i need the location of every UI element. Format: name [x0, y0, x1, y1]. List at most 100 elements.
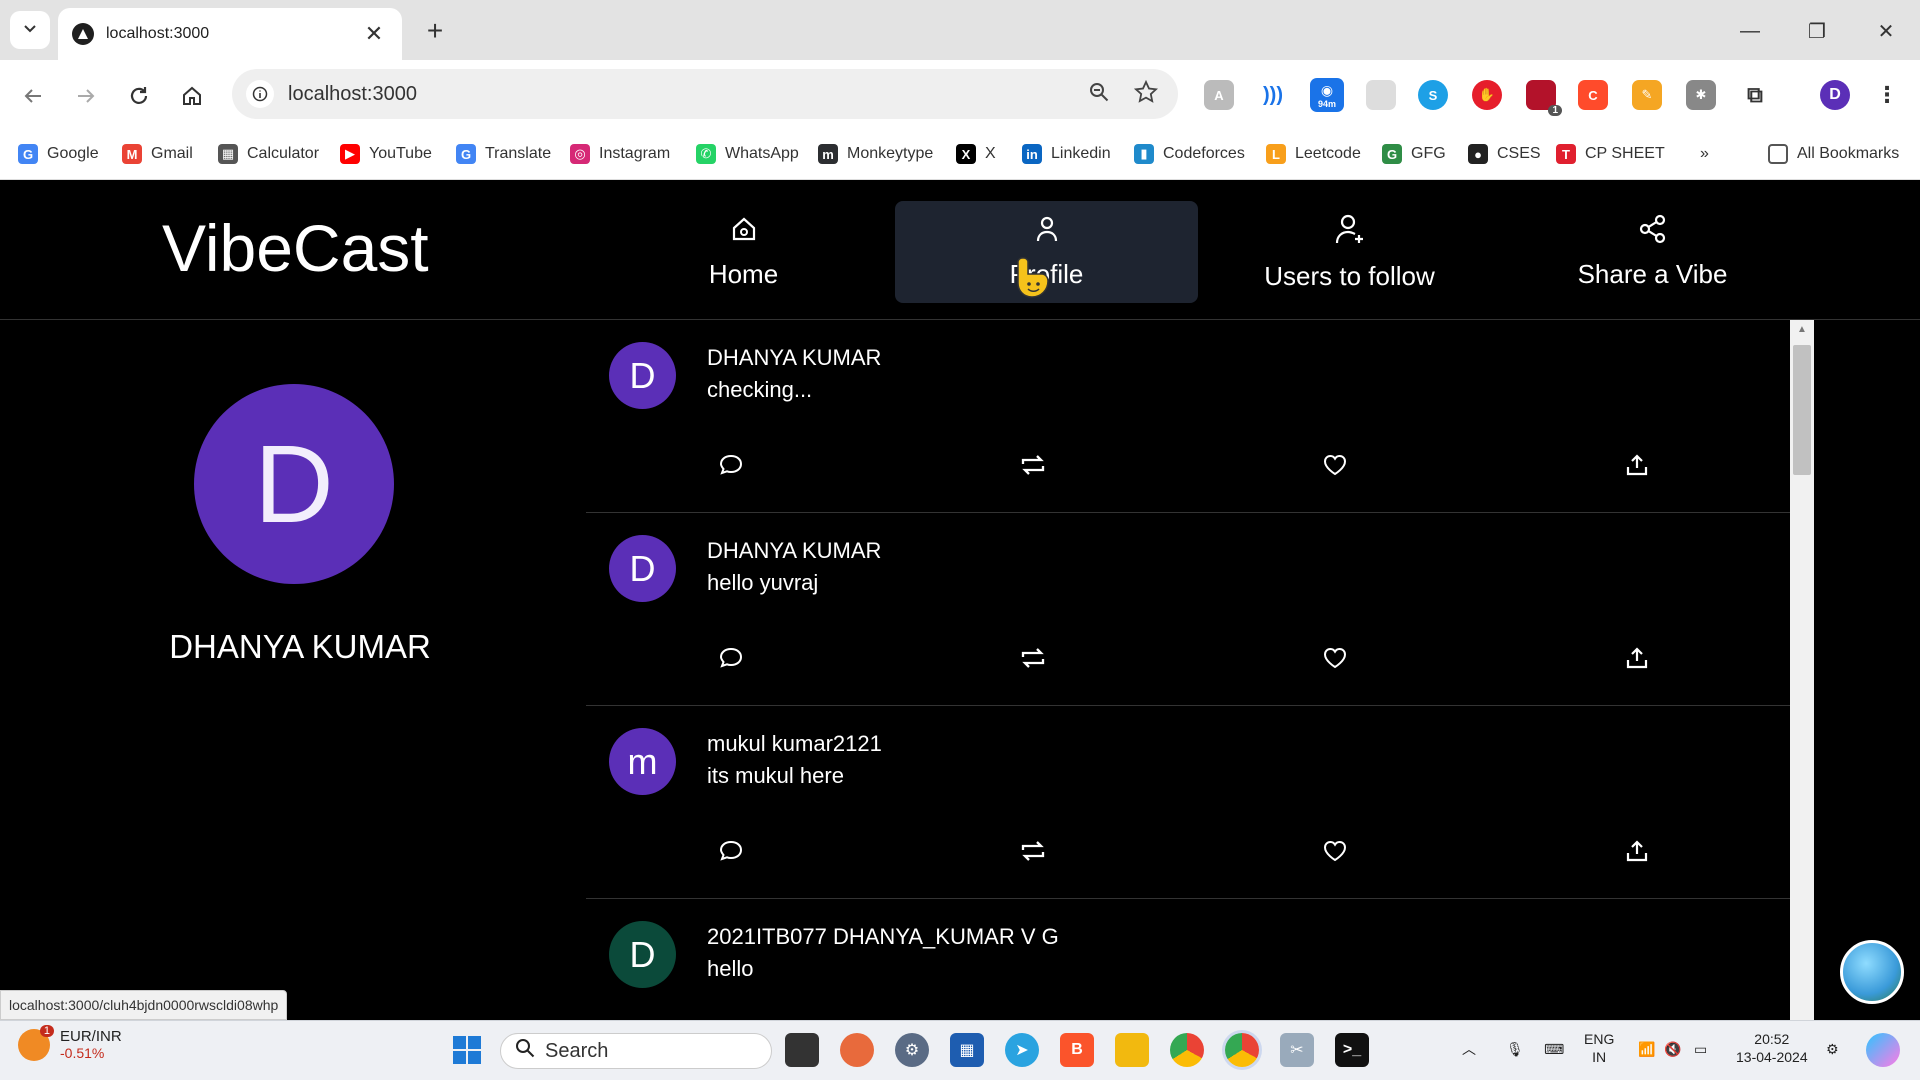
bookmark-codeforces[interactable]: ▮ Codeforces — [1134, 138, 1245, 170]
stock-widget[interactable]: 1 EUR/INR -0.51% — [18, 1024, 122, 1061]
comment-icon[interactable] — [716, 836, 746, 866]
bookmarks-overflow-icon[interactable]: » — [1700, 138, 1709, 170]
settings-gear-icon[interactable]: ⚙ — [895, 1033, 929, 1067]
post-author[interactable]: 2021ITB077 DHANYA_KUMAR V G — [707, 924, 1059, 950]
app-icon[interactable] — [840, 1033, 874, 1067]
star-bookmark-icon[interactable] — [1133, 79, 1159, 109]
terminal-icon[interactable]: >_ — [1335, 1033, 1369, 1067]
back-icon[interactable] — [13, 76, 53, 116]
bookmark-translate[interactable]: G Translate — [456, 138, 551, 170]
bookmark-youtube[interactable]: ▶ YouTube — [340, 138, 432, 170]
bookmark-linkedin[interactable]: in Linkedin — [1022, 138, 1111, 170]
address-bar[interactable]: localhost:3000 — [232, 69, 1178, 119]
post-author[interactable]: mukul kumar2121 — [707, 731, 882, 757]
all-bookmarks-button[interactable]: All Bookmarks — [1768, 138, 1899, 170]
restore-icon[interactable]: ❐ — [1797, 14, 1837, 48]
tab-search-button[interactable] — [10, 11, 50, 49]
store-icon[interactable]: ▦ — [950, 1033, 984, 1067]
extension-timer-icon[interactable]: ◉ 94m — [1310, 78, 1344, 112]
extension-icon[interactable]: S — [1418, 80, 1448, 110]
post-author[interactable]: DHANYA KUMAR — [707, 345, 881, 371]
nav-users-to-follow[interactable]: Users to follow — [1198, 201, 1501, 303]
nav-home[interactable]: Home — [592, 201, 895, 303]
repost-icon[interactable] — [1018, 836, 1048, 866]
task-view-icon[interactable] — [785, 1033, 819, 1067]
like-heart-icon[interactable] — [1320, 450, 1350, 480]
scroll-up-arrow-icon[interactable]: ▲ — [1794, 324, 1810, 338]
notifications-icon[interactable]: ⚙ — [1826, 1040, 1839, 1058]
nav-share-a-vibe[interactable]: Share a Vibe — [1501, 201, 1804, 303]
bookmark-leetcode[interactable]: L Leetcode — [1266, 138, 1361, 170]
like-heart-icon[interactable] — [1320, 643, 1350, 673]
bookmark-favicon-icon: ● — [1468, 144, 1488, 164]
bookmark-monkeytype[interactable]: m Monkeytype — [818, 138, 933, 170]
chrome-icon[interactable] — [1170, 1033, 1204, 1067]
bookmark-google[interactable]: G Google — [18, 138, 99, 170]
zoom-icon[interactable] — [1088, 81, 1110, 108]
site-info-icon[interactable] — [246, 80, 274, 108]
wifi-icon[interactable]: 📶 — [1638, 1040, 1655, 1058]
forward-icon[interactable] — [66, 76, 106, 116]
scrollbar-thumb[interactable] — [1793, 345, 1811, 475]
extension-read-aloud-icon[interactable]: ))) — [1258, 80, 1288, 110]
kebab-menu-icon[interactable]: ⋮ — [1872, 80, 1902, 110]
bookmark-cses[interactable]: ● CSES — [1468, 138, 1541, 170]
keyboard-icon[interactable]: ⌨ — [1544, 1040, 1564, 1058]
share-upload-icon[interactable] — [1622, 450, 1652, 480]
bookmark-label: Linkedin — [1051, 145, 1111, 162]
language-indicator[interactable]: ENG IN — [1584, 1030, 1614, 1066]
share-upload-icon[interactable] — [1622, 643, 1652, 673]
app-logo[interactable]: VibeCast — [162, 210, 429, 286]
bookmark-instagram[interactable]: ◎ Instagram — [570, 138, 670, 170]
clock[interactable]: 20:52 13-04-2024 — [1736, 1030, 1808, 1066]
chrome-profile-icon[interactable] — [1225, 1033, 1259, 1067]
home-browser-icon[interactable] — [172, 76, 212, 116]
tray-expand-icon[interactable]: ︿ — [1462, 1040, 1476, 1058]
volume-muted-icon[interactable]: 🔇 — [1664, 1040, 1681, 1058]
minimize-icon[interactable]: — — [1730, 14, 1770, 48]
extension-bug-icon[interactable]: ✱ — [1686, 80, 1716, 110]
floating-assistant-button[interactable] — [1840, 940, 1904, 1004]
repost-icon[interactable] — [1018, 643, 1048, 673]
bookmark-whatsapp[interactable]: ✆ WhatsApp — [696, 138, 799, 170]
bookmark-cp-sheet[interactable]: T CP SHEET — [1556, 138, 1665, 170]
bookmark-gmail[interactable]: M Gmail — [122, 138, 193, 170]
close-window-icon[interactable]: ✕ — [1866, 14, 1906, 48]
bookmark-x[interactable]: XX — [956, 138, 996, 170]
browser-tab[interactable]: localhost:3000 ✕ — [58, 8, 402, 60]
share-upload-icon[interactable] — [1622, 836, 1652, 866]
brave-icon[interactable]: B — [1060, 1033, 1094, 1067]
windows-start-icon[interactable] — [450, 1033, 484, 1067]
microphone-icon[interactable]: 🎙 — [1506, 1040, 1524, 1058]
comment-icon[interactable] — [716, 450, 746, 480]
extension-ublock-icon[interactable]: 1 — [1526, 80, 1562, 116]
copilot-icon[interactable] — [1866, 1033, 1900, 1067]
telegram-icon[interactable]: ➤ — [1005, 1033, 1039, 1067]
profile-avatar[interactable]: D — [1820, 80, 1850, 110]
extension-adblock-icon[interactable]: ✋ — [1472, 80, 1502, 110]
bookmark-calculator[interactable]: ▦ Calculator — [218, 138, 319, 170]
file-explorer-icon[interactable] — [1115, 1033, 1149, 1067]
post-avatar[interactable]: m — [609, 728, 676, 795]
taskbar-search[interactable]: Search — [500, 1033, 772, 1069]
extension-icon[interactable]: C — [1578, 80, 1608, 110]
battery-icon[interactable]: ▭ — [1694, 1040, 1707, 1058]
extensions-puzzle-icon[interactable]: ⧉ — [1740, 80, 1770, 110]
comment-icon[interactable] — [716, 643, 746, 673]
tab-favicon-icon — [72, 23, 94, 45]
like-heart-icon[interactable] — [1320, 836, 1350, 866]
extension-icon[interactable]: ✎ — [1632, 80, 1662, 110]
close-tab-icon[interactable]: ✕ — [360, 21, 388, 47]
post-avatar[interactable]: D — [609, 535, 676, 602]
url-text[interactable]: localhost:3000 — [288, 83, 1088, 106]
extension-icon[interactable] — [1366, 80, 1396, 110]
extension-icon[interactable]: A — [1204, 80, 1234, 110]
post-author[interactable]: DHANYA KUMAR — [707, 538, 881, 564]
reload-icon[interactable] — [119, 76, 159, 116]
post-avatar[interactable]: D — [609, 342, 676, 409]
snipping-tool-icon[interactable]: ✂ — [1280, 1033, 1314, 1067]
bookmark-gfg[interactable]: G GFG — [1382, 138, 1446, 170]
new-tab-button[interactable]: + — [418, 14, 452, 48]
post-avatar[interactable]: D — [609, 921, 676, 988]
repost-icon[interactable] — [1018, 450, 1048, 480]
